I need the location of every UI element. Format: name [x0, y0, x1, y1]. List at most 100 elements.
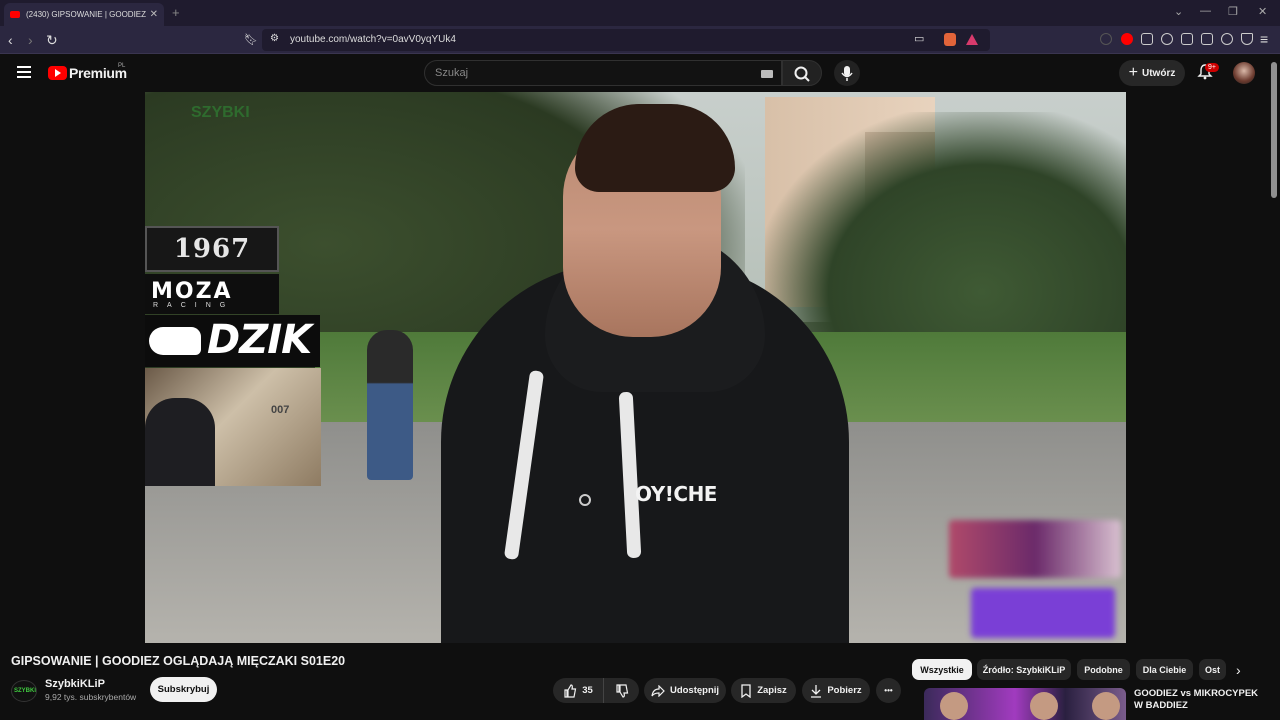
search-button[interactable] — [782, 60, 822, 86]
youtube-favicon-icon — [10, 11, 20, 18]
restore-icon[interactable]: ❐ — [1228, 5, 1238, 18]
tab-search-icon[interactable]: ⌄ — [1174, 5, 1183, 18]
music-icon[interactable] — [1161, 33, 1173, 45]
wallet-icon[interactable] — [1201, 33, 1213, 45]
hoodie-logo-icon — [579, 494, 591, 506]
reload-icon[interactable]: ↻ — [46, 32, 58, 49]
download-button[interactable]: Pobierz — [802, 678, 870, 703]
country-code: PL — [118, 63, 126, 69]
related-video-thumbnail[interactable] — [924, 688, 1126, 720]
url-text: youtube.com/watch?v=0avV0yqYUk4 — [290, 34, 456, 45]
microphone-icon — [841, 66, 853, 81]
brave-shield-icon[interactable] — [944, 33, 956, 46]
video-title: GIPSOWANIE | GOODIEZ OGLĄDAJĄ MIĘCZAKI S… — [11, 654, 346, 668]
sponsor-1967-logo: 1967 — [145, 226, 279, 272]
notification-badge: 9+ — [1205, 63, 1219, 72]
dislike-button[interactable] — [603, 678, 639, 703]
video-player[interactable]: SZYBKI OY!CHE 1967 MOZA RACING DZIK 007 — [145, 92, 1126, 643]
sponsor-1967-text: 1967 — [173, 234, 251, 264]
save-button[interactable]: Zapisz — [731, 678, 796, 703]
download-icon — [811, 684, 822, 698]
blurred-overlay-1 — [949, 520, 1121, 578]
leo-icon[interactable] — [1221, 33, 1233, 45]
share-label: Udostępnij — [669, 685, 720, 696]
blurred-overlay-2 — [971, 588, 1115, 638]
moza-sub-text: RACING — [153, 302, 235, 309]
search-placeholder: Szukaj — [435, 67, 469, 79]
share-icon — [651, 684, 665, 697]
close-window-icon[interactable]: ✕ — [1258, 5, 1267, 18]
voice-search-button[interactable] — [834, 60, 860, 86]
guide-menu-icon[interactable] — [17, 66, 31, 81]
sponsor-moza-logo: MOZA RACING — [145, 274, 279, 314]
streamer-silhouette — [145, 398, 215, 486]
back-icon[interactable]: ‹ — [8, 32, 13, 48]
sponsor-dzik-logo: DZIK — [145, 315, 320, 367]
room-sign: 007 — [271, 404, 290, 416]
create-label: Utwórz — [1142, 67, 1176, 79]
browser-tab-bar: (2430) GIPSOWANIE | GOODIEZ ✕ + ⌄ — ❐ ✕ — [0, 0, 1280, 26]
channel-name[interactable]: SzybkiKLiP — [45, 678, 105, 690]
vpn-icon[interactable] — [1241, 33, 1253, 45]
youtube-premium-logo[interactable]: Premium PL — [48, 63, 127, 81]
search-input[interactable]: Szukaj — [424, 60, 782, 86]
bookmark-save-icon — [741, 683, 751, 698]
plus-icon: + — [1128, 64, 1138, 81]
chip-source[interactable]: Źródło: SzybkiKLiP — [977, 659, 1071, 680]
site-info-icon[interactable]: ⚙ — [270, 33, 279, 44]
url-field[interactable]: ⚙ youtube.com/watch?v=0avV0yqYUk4 ▭ — [262, 29, 990, 51]
thumbs-up-icon — [564, 683, 577, 698]
create-button[interactable]: + Utwórz — [1119, 60, 1185, 86]
page-scrollbar[interactable] — [1271, 62, 1277, 198]
related-video-title[interactable]: GOODIEZ vs MIKROCYPEK W BADDIEZ — [1134, 688, 1264, 712]
cast-icon[interactable]: ▭ — [914, 32, 924, 45]
youtube-play-icon — [48, 66, 67, 80]
save-label: Zapisz — [757, 685, 787, 696]
chip-recent[interactable]: Ost — [1199, 659, 1226, 680]
menu-icon[interactable]: ≡ — [1260, 31, 1268, 47]
youtube-extension-icon[interactable] — [1121, 33, 1133, 45]
like-count: 35 — [582, 685, 593, 696]
video-watermark: SZYBKI — [191, 104, 250, 121]
more-actions-button[interactable]: ••• — [876, 678, 901, 703]
forward-icon[interactable]: › — [28, 32, 33, 48]
chip-all[interactable]: Wszystkie — [912, 659, 972, 680]
close-tab-icon[interactable]: ✕ — [150, 9, 158, 20]
chips-next-icon[interactable]: › — [1236, 662, 1241, 678]
bookmark-icon[interactable]: 🔖︎ — [244, 33, 258, 46]
address-bar: ‹ › ↻ 🔖︎ ⚙ youtube.com/watch?v=0avV0yqYU… — [0, 26, 1280, 54]
download-label: Pobierz — [827, 685, 862, 696]
minimize-icon[interactable]: — — [1200, 5, 1211, 17]
like-button[interactable]: 35 — [553, 678, 603, 703]
boar-icon — [149, 327, 201, 355]
video-passerby — [367, 330, 413, 480]
extension-icon[interactable] — [1100, 33, 1112, 45]
thumbnail-face-2 — [1030, 692, 1058, 720]
subscriber-count: 9,92 tys. subskrybentów — [45, 692, 137, 702]
moza-text: MOZA — [151, 279, 233, 304]
account-avatar[interactable] — [1233, 62, 1255, 84]
browser-tab[interactable]: (2430) GIPSOWANIE | GOODIEZ ✕ — [4, 3, 164, 26]
chip-for-you[interactable]: Dla Ciebie — [1136, 659, 1193, 680]
dzik-text: DZIK — [207, 317, 312, 363]
streamer-webcam: 007 — [145, 368, 321, 486]
video-person-hair — [575, 104, 735, 192]
rewards-icon[interactable] — [966, 34, 978, 45]
chip-similar[interactable]: Podobne — [1077, 659, 1130, 680]
thumbnail-face-3 — [1092, 692, 1120, 720]
tab-title: (2430) GIPSOWANIE | GOODIEZ — [26, 10, 146, 19]
share-button[interactable]: Udostępnij — [644, 678, 726, 703]
channel-avatar[interactable]: SZYBKI — [11, 680, 37, 702]
keyboard-icon[interactable] — [761, 70, 773, 78]
search-icon — [794, 66, 810, 82]
puzzle-icon[interactable] — [1141, 33, 1153, 45]
channel-avatar-text: SZYBKI — [14, 688, 37, 694]
subscribe-button[interactable]: Subskrybuj — [150, 677, 217, 702]
thumbnail-face-1 — [940, 692, 968, 720]
sidebar-icon[interactable] — [1181, 33, 1193, 45]
more-actions-icon: ••• — [884, 686, 893, 695]
hoodie-brand-text: OY!CHE — [635, 482, 717, 506]
youtube-header: Premium PL Szukaj + Utwórz 9+ — [0, 54, 1280, 92]
new-tab-button[interactable]: + — [172, 5, 180, 20]
thumbs-down-icon — [615, 683, 628, 698]
